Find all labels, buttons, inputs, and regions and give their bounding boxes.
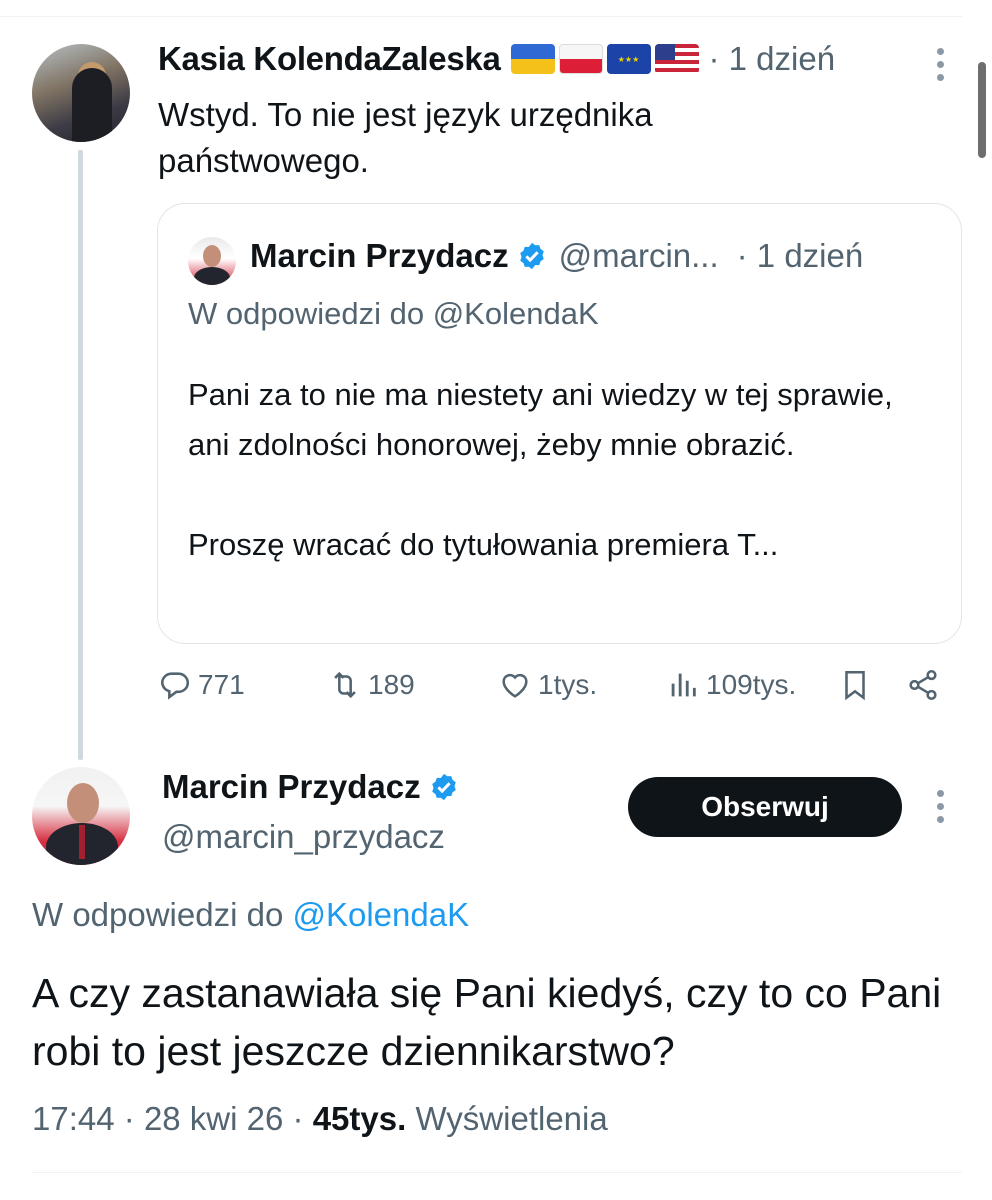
reply-context: W odpowiedzi do @KolendaK — [188, 296, 599, 332]
follow-button[interactable]: Obserwuj — [628, 777, 902, 837]
repost-count: 189 — [368, 669, 415, 700]
reply-context: W odpowiedzi do @KolendaK — [32, 896, 469, 934]
verified-badge-icon — [431, 773, 456, 801]
verified-badge-icon — [519, 242, 544, 270]
tweet-time[interactable]: 17:44 — [32, 1100, 115, 1137]
flag-emojis: ★★★ — [510, 44, 699, 74]
tweet-time[interactable]: · 1 dzień — [709, 40, 836, 78]
eu-flag-icon: ★★★ — [606, 44, 651, 74]
ukraine-flag-icon — [510, 44, 555, 74]
repost-button[interactable]: 189 — [328, 668, 415, 702]
reply-prefix: W odpowiedzi do — [188, 296, 425, 331]
author-name: Marcin Przydacz — [250, 237, 509, 274]
views-count: 109tys. — [706, 669, 797, 700]
tweet-header: Kasia KolendaZaleska ★★★ · 1 dzień — [158, 40, 835, 78]
separator-dot: · — [123, 1100, 144, 1137]
tweet-thread-page: Kasia KolendaZaleska ★★★ · 1 dzień Wstyd… — [0, 0, 992, 1200]
usa-flag-icon — [654, 44, 699, 74]
author-name[interactable]: Marcin Przydacz — [162, 768, 421, 806]
avatar[interactable] — [32, 767, 130, 865]
reply-to-handle: @KolendaK — [432, 296, 599, 331]
analytics-icon — [671, 673, 696, 697]
tweet-date[interactable]: 28 kwi 26 — [144, 1100, 283, 1137]
reply-button[interactable]: 771 — [158, 668, 245, 702]
avatar[interactable] — [32, 44, 130, 142]
quoted-tweet-card[interactable]: Marcin Przydacz @marcin... · 1 dzień W o… — [157, 203, 962, 644]
poland-flag-icon — [558, 44, 603, 74]
thread-connector — [78, 150, 83, 760]
separator-dot: · — [292, 1100, 313, 1137]
author-handle[interactable]: @marcin_przydacz — [162, 818, 445, 856]
share-icon — [909, 669, 937, 701]
more-options-icon[interactable] — [937, 48, 944, 81]
quoted-tweet-header: Marcin Przydacz @marcin... · 1 dzień — [250, 237, 863, 275]
bottom-divider — [32, 1172, 962, 1173]
more-options-icon[interactable] — [937, 790, 944, 823]
tweet-time: · 1 dzień — [736, 237, 864, 274]
tweet-author: Marcin Przydacz — [162, 768, 459, 806]
bookmark-icon — [845, 670, 865, 701]
heart-icon — [502, 673, 528, 698]
top-divider — [0, 16, 962, 17]
views-button[interactable]: 109tys. — [666, 668, 796, 702]
share-button[interactable] — [906, 668, 940, 702]
action-bar: 771 189 1tys. 109tys. — [158, 668, 948, 714]
like-count: 1tys. — [538, 669, 598, 700]
views-count: 45tys. — [312, 1100, 407, 1137]
tweet-text: Wstyd. To nie jest język urzędnika państ… — [158, 96, 653, 179]
avatar — [188, 237, 236, 285]
reply-to-link[interactable]: @KolendaK — [292, 896, 469, 933]
bookmark-button[interactable] — [838, 668, 872, 702]
reply-count: 771 — [198, 669, 245, 700]
tweet-text: A czy zastanawiała się Pani kiedyś, czy … — [32, 970, 942, 1074]
repost-icon — [334, 671, 356, 699]
reply-icon — [160, 672, 190, 700]
author-handle: @marcin... — [558, 237, 719, 274]
quoted-tweet-text: Pani za to nie ma niestety ani wiedzy w … — [188, 377, 893, 562]
reply-prefix: W odpowiedzi do — [32, 896, 284, 933]
views-label: Wyświetlenia — [415, 1100, 608, 1137]
like-button[interactable]: 1tys. — [498, 668, 597, 702]
author-name[interactable]: Kasia KolendaZaleska — [158, 40, 501, 78]
tweet-meta: 17:44 · 28 kwi 26 · 45tys. Wyświetlenia — [32, 1100, 608, 1138]
scrollbar[interactable] — [978, 62, 986, 158]
